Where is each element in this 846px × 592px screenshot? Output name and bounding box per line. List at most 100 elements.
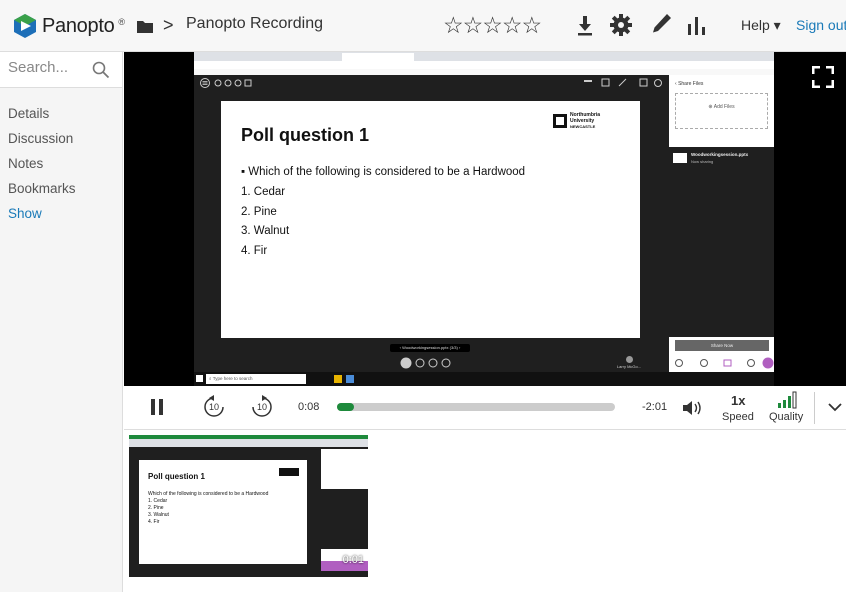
thumbnail-browser-bar <box>129 439 368 447</box>
remaining-time: -2:01 <box>642 401 668 413</box>
browser-tab <box>269 53 339 61</box>
player-controls: 10 10 0:08 -2:01 1x Speed Quality <box>124 386 846 430</box>
logo-line-3: NEWCASTLE <box>570 124 596 129</box>
windows-taskbar: ⌕ Type here to search <box>194 372 774 386</box>
add-files-dropzone: ⊕ Add Files <box>675 93 768 129</box>
slide-option: 1. Cedar <box>241 186 286 198</box>
recording-title: Panopto Recording <box>186 15 323 32</box>
brand-name: Panopto <box>42 14 115 37</box>
progress-fill <box>337 403 354 411</box>
teams-panel-footer <box>669 354 774 372</box>
video-player[interactable]: Poll question 1 Northumbria University N… <box>124 52 846 386</box>
thumbnail-option: 1. Cedar <box>148 498 168 504</box>
slide-navigator: ‹ Woodworkingsession.pptx (3/3) › <box>390 344 470 352</box>
presentation-label: Woodworkingsession.pptx (3/3) <box>402 345 458 350</box>
file-explorer-icon <box>334 375 342 383</box>
gear-icon[interactable] <box>610 14 632 36</box>
speed-value[interactable]: 1x <box>731 393 745 408</box>
browser-tab <box>196 53 266 61</box>
presenter-controls <box>400 356 462 369</box>
slide-question-text: Which of the following is considered to … <box>248 166 526 178</box>
menu-icon <box>200 78 210 88</box>
elapsed-time: 0:08 <box>298 401 320 413</box>
thumbnail-strip: Poll question 1 Which of the following i… <box>124 430 846 592</box>
quality-label[interactable]: Quality <box>769 411 803 423</box>
progress-bar[interactable] <box>337 403 615 411</box>
share-files-title: ‹ Share Files <box>675 81 704 87</box>
annotation-tools-icon <box>584 78 662 87</box>
sidebar-nav: Details Discussion Notes Bookmarks Show <box>8 104 76 229</box>
download-icon[interactable] <box>577 16 593 36</box>
sidebar-item-bookmarks[interactable]: Bookmarks <box>8 179 76 204</box>
share-files-title-text: Share Files <box>678 81 704 87</box>
skip-forward-seconds: 10 <box>256 402 267 412</box>
sidebar-item-details[interactable]: Details <box>8 104 76 129</box>
slide-option: 3. Walnut <box>241 225 290 237</box>
shared-file-name: Woodworkingsession.pptx <box>691 152 749 157</box>
volume-icon[interactable] <box>682 399 704 417</box>
thumbnail-text: Which of the following is considered to … <box>148 491 268 526</box>
quality-signal-icon[interactable] <box>777 391 799 409</box>
panopto-logo-icon <box>14 14 36 38</box>
browser-tab <box>490 53 550 61</box>
pause-icon[interactable] <box>150 399 164 415</box>
slide-title: Poll question 1 <box>241 125 370 145</box>
slide-question: ▪ Which of the following is considered t… <box>241 166 526 178</box>
edit-pencil-icon[interactable] <box>650 13 672 37</box>
pointer-tools-icon <box>214 79 252 87</box>
panopto-logo[interactable]: Panopto ® <box>12 13 125 39</box>
speed-label[interactable]: Speed <box>722 411 754 423</box>
now-sharing-label: Now sharing <box>691 159 714 164</box>
participant-avatar <box>625 356 633 363</box>
taskbar-search: ⌕ Type here to search <box>206 374 306 384</box>
thumbnail-share-dark <box>321 489 368 549</box>
recorded-browser-window: Poll question 1 Northumbria University N… <box>194 52 774 386</box>
app-icon <box>346 375 354 383</box>
thumbnail-option: 2. Pine <box>148 505 164 511</box>
thumbnail-option: 4. Fir <box>148 519 160 525</box>
breadcrumb-separator: > <box>163 15 174 35</box>
participant-name: Larry McGo... <box>616 364 642 369</box>
university-crest-icon <box>553 114 567 128</box>
browser-tab-strip <box>194 52 774 61</box>
search-box <box>0 52 122 88</box>
sidebar-item-notes[interactable]: Notes <box>8 154 76 179</box>
rating-stars[interactable]: ☆☆☆☆☆ <box>443 12 542 39</box>
teams-panel-icons <box>675 357 774 369</box>
thumbnail-question: Which of the following is considered to … <box>148 491 269 497</box>
fullscreen-icon[interactable] <box>812 66 834 88</box>
slide-thumbnail[interactable]: Poll question 1 Which of the following i… <box>129 435 368 577</box>
help-menu[interactable]: Help ▾ <box>741 17 781 34</box>
slide-option: 2. Pine <box>241 205 277 218</box>
chevron-down-icon[interactable] <box>828 402 842 412</box>
search-input[interactable] <box>8 59 88 76</box>
skip-back-seconds: 10 <box>208 402 219 412</box>
sidebar-item-show[interactable]: Show <box>8 204 76 229</box>
thumbnail-share-panel <box>321 449 368 571</box>
shared-file-list: Woodworkingsession.pptx Now sharing <box>669 147 774 337</box>
participant-tile: Larry McGo... <box>604 355 654 371</box>
search-icon[interactable] <box>92 61 110 79</box>
sidebar-item-discussion[interactable]: Discussion <box>8 129 76 154</box>
thumbnail-timestamp: 0:01 <box>342 554 364 566</box>
add-files-label: Add Files <box>713 104 735 110</box>
folder-icon[interactable] <box>137 20 153 33</box>
file-thumbnail <box>673 153 687 163</box>
browser-address-bar <box>194 61 774 69</box>
stats-icon[interactable] <box>687 14 707 36</box>
slide-options: 1. Cedar 2. Pine 3. Walnut 4. Fir <box>241 183 289 261</box>
slide-option: 4. Fir <box>241 244 268 257</box>
controls-divider <box>814 392 815 424</box>
thumbnail-logo <box>279 468 299 476</box>
browser-tab-active <box>342 53 414 61</box>
skip-back-button[interactable]: 10 <box>202 395 226 419</box>
brand-mark: ® <box>118 17 126 27</box>
windows-start-icon <box>196 375 203 382</box>
thumbnail-slide: Poll question 1 Which of the following i… <box>139 460 307 564</box>
top-bar: Panopto ® > Panopto Recording ☆☆☆☆☆ Help… <box>0 0 846 52</box>
share-now-button: Share Now <box>675 340 769 351</box>
sign-out-link[interactable]: Sign out <box>796 17 846 33</box>
sidebar: Details Discussion Notes Bookmarks Show <box>0 52 123 592</box>
taskbar-search-text: Type here to search <box>212 376 253 381</box>
skip-forward-button[interactable]: 10 <box>250 395 274 419</box>
